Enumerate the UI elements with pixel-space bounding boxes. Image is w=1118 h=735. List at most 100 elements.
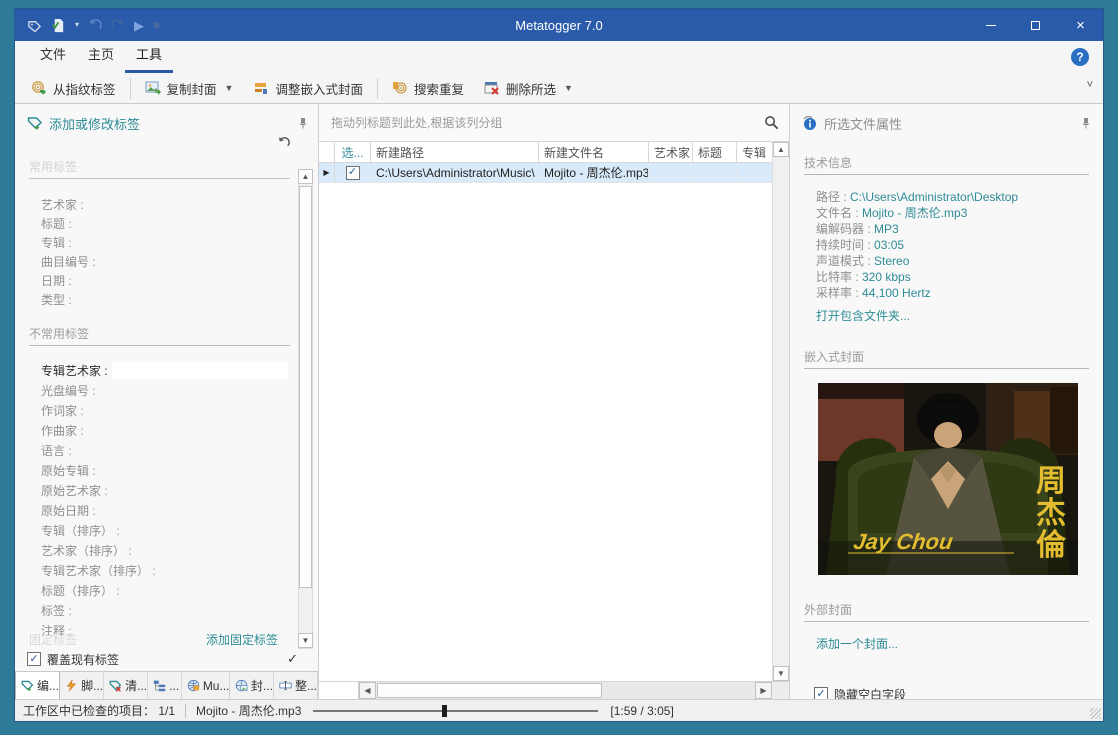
tab-organize[interactable]: 整... xyxy=(274,672,318,699)
cover-artist-char: 周 xyxy=(1036,465,1066,498)
play-icon[interactable]: ▶ xyxy=(134,19,144,32)
title-sort-field-label[interactable]: 标题（排序） : xyxy=(15,580,318,600)
column-title[interactable]: 标题 xyxy=(693,142,737,162)
grid-vertical-scrollbar[interactable]: ▲ ▼ xyxy=(772,142,789,681)
album-artist-sort-field-label[interactable]: 专辑艺术家（排序） : xyxy=(15,560,318,580)
close-button[interactable]: × xyxy=(1058,9,1103,41)
open-containing-folder-link[interactable]: 打开包含文件夹... xyxy=(816,307,1103,324)
original-album-field-label[interactable]: 原始专辑 : xyxy=(15,460,318,480)
delete-selected-button[interactable]: 删除所选 ▼ xyxy=(474,75,583,101)
column-new-path[interactable]: 新建路径 xyxy=(371,142,539,162)
minimize-button[interactable] xyxy=(968,9,1013,41)
artist-field-label[interactable]: 艺术家 : xyxy=(15,195,318,214)
window-controls: × xyxy=(968,9,1103,41)
new-file-dropdown-icon[interactable]: ▾ xyxy=(75,21,79,29)
genre-field-label[interactable]: 类型 : xyxy=(15,290,318,309)
help-icon[interactable]: ? xyxy=(1071,48,1089,66)
scroll-left-icon[interactable]: ◀ xyxy=(359,682,376,699)
apply-check-icon[interactable]: ✓ xyxy=(287,651,298,667)
tab-home[interactable]: 主页 xyxy=(77,38,125,73)
app-window: ▾ ▶ ■ Metatogger 7.0 × 文件 主页 工具 ? 从指纹标签 … xyxy=(14,8,1104,722)
row-checkbox[interactable] xyxy=(345,165,360,180)
undo-icon[interactable] xyxy=(88,18,102,32)
group-by-bar[interactable]: 拖动列标题到此处,根据该列分组 xyxy=(319,104,789,142)
overwrite-tags-checkbox[interactable] xyxy=(27,652,41,666)
tab-rename[interactable]: ... xyxy=(148,672,182,699)
undo-tag-icon[interactable] xyxy=(15,136,318,152)
channel-mode-value: Stereo xyxy=(874,254,910,268)
scroll-down-icon[interactable]: ▼ xyxy=(773,666,789,681)
column-album[interactable]: 专辑 xyxy=(737,142,772,162)
grid-horizontal-scrollbar[interactable]: ◀ ▶ xyxy=(319,681,789,699)
panel-title: 添加或修改标签 xyxy=(49,116,141,132)
search-duplicates-button[interactable]: 搜索重复 xyxy=(382,75,474,101)
tab-clean-tags[interactable]: 清... xyxy=(104,672,149,699)
pin-icon[interactable] xyxy=(298,117,308,129)
tab-scripting[interactable]: 脚... xyxy=(60,672,105,699)
left-panel-scrollbar[interactable]: ▲ ▼ xyxy=(298,169,313,649)
hide-blank-fields-checkbox[interactable] xyxy=(814,687,828,699)
lyricist-field-label[interactable]: 作词家 : xyxy=(15,400,318,420)
pin-icon[interactable] xyxy=(1081,117,1091,129)
close-icon: × xyxy=(1076,16,1085,34)
album-field-label[interactable]: 专辑 : xyxy=(15,233,318,252)
artist-sort-field-label[interactable]: 艺术家（排序） : xyxy=(15,540,318,560)
collapse-ribbon-icon[interactable]: ˅ xyxy=(1087,79,1093,91)
redo-icon[interactable] xyxy=(111,18,125,32)
from-fingerprint-button[interactable]: 从指纹标签 xyxy=(21,75,126,101)
composer-field-label[interactable]: 作曲家 : xyxy=(15,420,318,440)
original-artist-field-label[interactable]: 原始艺术家 : xyxy=(15,480,318,500)
date-field-label[interactable]: 日期 : xyxy=(15,271,318,290)
adjust-cover-icon xyxy=(253,80,269,96)
edit-tags-icon[interactable] xyxy=(27,18,42,33)
ribbon-tab-bar: 文件 主页 工具 ? xyxy=(15,41,1103,73)
column-select[interactable]: 选... xyxy=(335,142,371,162)
album-sort-field-label[interactable]: 专辑（排序） : xyxy=(15,520,318,540)
tab-file[interactable]: 文件 xyxy=(29,38,77,73)
tab-musicbrainz[interactable]: Mu... xyxy=(182,672,230,699)
search-duplicates-label: 搜索重复 xyxy=(413,82,464,97)
track-number-field-label[interactable]: 曲目编号 : xyxy=(15,252,318,271)
album-artist-input[interactable] xyxy=(111,361,288,379)
tab-tools[interactable]: 工具 xyxy=(125,38,174,73)
left-panel-footer: 固定标签 添加固定标签 覆盖现有标签 ✓ 编... xyxy=(15,631,318,699)
hscroll-track[interactable] xyxy=(376,682,755,699)
minimize-icon xyxy=(985,24,996,26)
row-select-cell xyxy=(335,163,371,182)
copy-cover-button[interactable]: 复制封面 ▼ xyxy=(135,75,244,101)
playback-slider-handle[interactable] xyxy=(441,704,447,717)
add-fixed-tag-link[interactable]: 添加固定标签 xyxy=(206,631,278,648)
picture-icon xyxy=(145,80,161,96)
album-artist-field: 专辑艺术家 : xyxy=(15,360,318,380)
language-field-label[interactable]: 语言 : xyxy=(15,440,318,460)
scroll-up-icon[interactable]: ▲ xyxy=(773,142,789,157)
titlebar: ▾ ▶ ■ Metatogger 7.0 × xyxy=(15,9,1103,41)
tags-field-label[interactable]: 标签 : xyxy=(15,600,318,620)
table-row[interactable]: ▶ C:\Users\Administrator\Music\ Mojito -… xyxy=(319,163,772,183)
globe-icon xyxy=(187,679,200,692)
embedded-cover-section: 嵌入式封面 xyxy=(804,348,1089,369)
search-icon[interactable] xyxy=(764,115,779,130)
disc-number-field-label[interactable]: 光盘编号 : xyxy=(15,380,318,400)
title-field-label[interactable]: 标题 : xyxy=(15,214,318,233)
column-new-filename[interactable]: 新建文件名 xyxy=(539,142,649,162)
scrollbar-thumb[interactable] xyxy=(299,186,312,588)
stop-icon[interactable]: ■ xyxy=(153,19,160,31)
hscroll-thumb[interactable] xyxy=(377,683,602,698)
new-file-icon[interactable] xyxy=(51,18,66,33)
tab-cover-search[interactable]: 封... xyxy=(230,672,274,699)
dropdown-arrow-icon: ▼ xyxy=(564,83,573,93)
scroll-up-icon[interactable]: ▲ xyxy=(298,169,313,184)
column-artist[interactable]: 艺术家 xyxy=(649,142,693,162)
tab-edit-tags[interactable]: 编... xyxy=(15,672,61,699)
add-cover-link[interactable]: 添加一个封面... xyxy=(816,635,1103,652)
original-date-field-label[interactable]: 原始日期 : xyxy=(15,500,318,520)
add-tag-icon xyxy=(27,115,43,131)
adjust-embedded-cover-button[interactable]: 调整嵌入式封面 xyxy=(243,75,373,101)
maximize-button[interactable] xyxy=(1013,9,1058,41)
scroll-right-icon[interactable]: ▶ xyxy=(755,682,772,699)
playback-slider[interactable] xyxy=(313,704,599,717)
external-cover-section: 外部封面 xyxy=(804,601,1089,622)
uncommon-tags-section: 不常用标签 xyxy=(29,325,290,346)
resize-grip-icon[interactable] xyxy=(1090,708,1101,719)
